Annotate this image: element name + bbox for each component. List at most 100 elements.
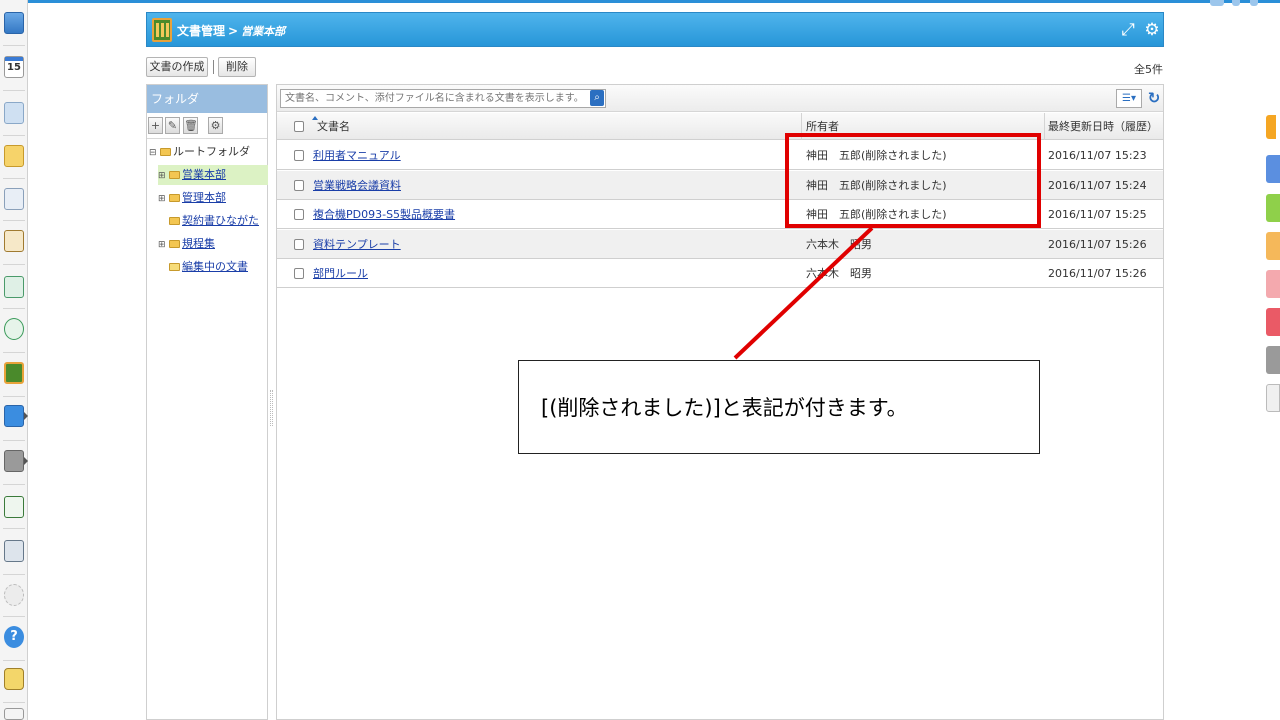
document-manager-icon[interactable] (4, 362, 24, 384)
side-tab-gray[interactable] (1266, 346, 1280, 374)
owner-cell: 六本木 昭男 (806, 238, 872, 251)
expand-icon[interactable]: ⊞ (158, 189, 167, 209)
folder-item-contract-templates[interactable]: 契約書ひながた (167, 211, 259, 231)
photo-icon[interactable] (4, 540, 24, 562)
column-header-updated[interactable]: 最終更新日時（履歴） (1048, 113, 1158, 140)
updated-cell: 2016/11/07 15:26 (1048, 267, 1147, 280)
folder-icon (169, 240, 180, 248)
divider (3, 135, 25, 136)
edit-folder-icon[interactable]: ✎ (165, 117, 180, 134)
updated-cell: 2016/11/07 15:23 (1048, 149, 1147, 162)
current-folder-name: 営業本部 (241, 25, 286, 38)
user-avatar-icon[interactable] (4, 668, 24, 690)
table-row[interactable]: 部門ルール 六本木 昭男 2016/11/07 15:26 (277, 259, 1163, 288)
app-launcher-sidebar: 15 ? (0, 0, 28, 720)
settings-icon[interactable] (4, 584, 24, 606)
owner-cell: 六本木 昭男 (806, 267, 872, 280)
folder-item-admin[interactable]: ⊞ 管理本部 (158, 188, 226, 208)
column-header-name[interactable]: 文書名 (317, 113, 350, 140)
folder-icon (169, 217, 180, 225)
team-icon[interactable] (4, 496, 24, 518)
folder-label[interactable]: 管理本部 (182, 191, 226, 204)
search-doc-icon[interactable] (4, 276, 24, 298)
folder-panel: フォルダ + ✎ 🗑 ⚙ ⊟ ルートフォルダ ⊞ 営業本部 ⊞ 管理本部 契約書ひなが… (146, 84, 268, 720)
top-accent-line (0, 0, 1280, 3)
row-checkbox[interactable] (294, 209, 304, 220)
document-link[interactable]: 部門ルール (313, 259, 368, 288)
row-checkbox[interactable] (294, 268, 304, 279)
app-name[interactable]: 文書管理 (177, 24, 225, 38)
expand-icon[interactable]: ⊞ (158, 235, 167, 255)
folder-label[interactable]: 規程集 (182, 237, 215, 250)
folder-app-icon[interactable] (4, 450, 24, 472)
select-all-checkbox[interactable] (294, 121, 304, 132)
row-checkbox[interactable] (294, 150, 304, 161)
expand-icon[interactable]: ⊞ (158, 166, 167, 186)
clipboard-icon[interactable] (4, 230, 24, 252)
folder-icon (169, 171, 180, 179)
collapse-icon[interactable]: ⊟ (149, 143, 158, 163)
neo-icon[interactable] (4, 405, 24, 427)
pencil-tab-icon[interactable] (1266, 384, 1280, 412)
document-link[interactable]: 資料テンプレート (313, 230, 401, 259)
add-folder-icon[interactable]: + (148, 117, 163, 134)
top-mini-tab-icon[interactable] (1250, 0, 1258, 6)
folder-item-regulations[interactable]: ⊞ 規程集 (158, 234, 215, 254)
expand-arrow-icon[interactable] (24, 457, 28, 465)
side-tab-pink[interactable] (1266, 270, 1280, 298)
side-tab-blue[interactable] (1266, 155, 1280, 183)
document-link[interactable]: 営業戦略会議資料 (313, 171, 401, 200)
divider (3, 484, 25, 485)
fullscreen-icon[interactable]: ⤢ (1117, 19, 1139, 41)
divider (3, 528, 25, 529)
breadcrumb-separator: > (228, 24, 239, 38)
folder-item-editing[interactable]: 編集中の文書 (167, 257, 248, 277)
side-tab-green[interactable] (1266, 194, 1280, 222)
divider (3, 220, 25, 221)
refresh-icon[interactable]: ↻ (1146, 88, 1162, 108)
delete-button[interactable]: 削除 (218, 57, 256, 77)
divider (3, 574, 25, 575)
row-checkbox[interactable] (294, 239, 304, 250)
facility-icon[interactable] (4, 102, 24, 124)
side-tab-orange[interactable] (1266, 232, 1280, 260)
notification-badge-icon[interactable] (1266, 115, 1276, 139)
memo-icon[interactable] (4, 145, 24, 167)
delete-folder-icon[interactable]: 🗑 (183, 117, 198, 134)
search-icon[interactable]: ⌕ (590, 90, 604, 106)
folder-label[interactable]: 編集中の文書 (182, 260, 248, 273)
divider (3, 702, 25, 703)
workflow-icon[interactable] (4, 318, 24, 340)
divider (3, 660, 25, 661)
view-options-icon[interactable]: ☰▾ (1116, 89, 1142, 108)
folder-icon (160, 148, 171, 156)
folder-label[interactable]: 契約書ひながた (182, 214, 259, 227)
folder-label[interactable]: 営業本部 (182, 168, 226, 181)
gear-icon[interactable]: ⚙ (1141, 19, 1163, 41)
document-link[interactable]: 利用者マニュアル (313, 141, 401, 170)
more-icon[interactable] (4, 708, 24, 720)
help-icon[interactable]: ? (4, 626, 24, 648)
create-document-button[interactable]: 文書の作成 (146, 57, 208, 77)
table-row[interactable]: 資料テンプレート 六本木 昭男 2016/11/07 15:26 (277, 230, 1163, 259)
folder-settings-icon[interactable]: ⚙ (208, 117, 223, 134)
document-link[interactable]: 複合機PD093-S5製品概要書 (313, 200, 455, 229)
column-divider[interactable] (1044, 113, 1045, 140)
folder-icon (169, 194, 180, 202)
top-mini-tab-icon[interactable] (1210, 0, 1224, 6)
calendar-icon[interactable]: 15 (4, 56, 24, 78)
expand-arrow-icon[interactable] (24, 412, 28, 420)
toolbar-divider (213, 60, 214, 74)
board-icon[interactable] (4, 188, 24, 210)
top-mini-tab-icon[interactable] (1232, 0, 1240, 6)
row-checkbox[interactable] (294, 180, 304, 191)
folder-item-sales[interactable]: ⊞ 営業本部 (158, 165, 268, 185)
folder-toolbar: + ✎ 🗑 ⚙ (147, 113, 267, 139)
updated-cell: 2016/11/07 15:24 (1048, 179, 1147, 192)
portal-icon[interactable] (4, 12, 24, 34)
side-tab-red[interactable] (1266, 308, 1280, 336)
highlight-box (785, 133, 1041, 228)
search-input[interactable] (280, 89, 606, 108)
panel-splitter[interactable] (270, 390, 273, 426)
folder-root[interactable]: ⊟ ルートフォルダ (149, 142, 250, 162)
